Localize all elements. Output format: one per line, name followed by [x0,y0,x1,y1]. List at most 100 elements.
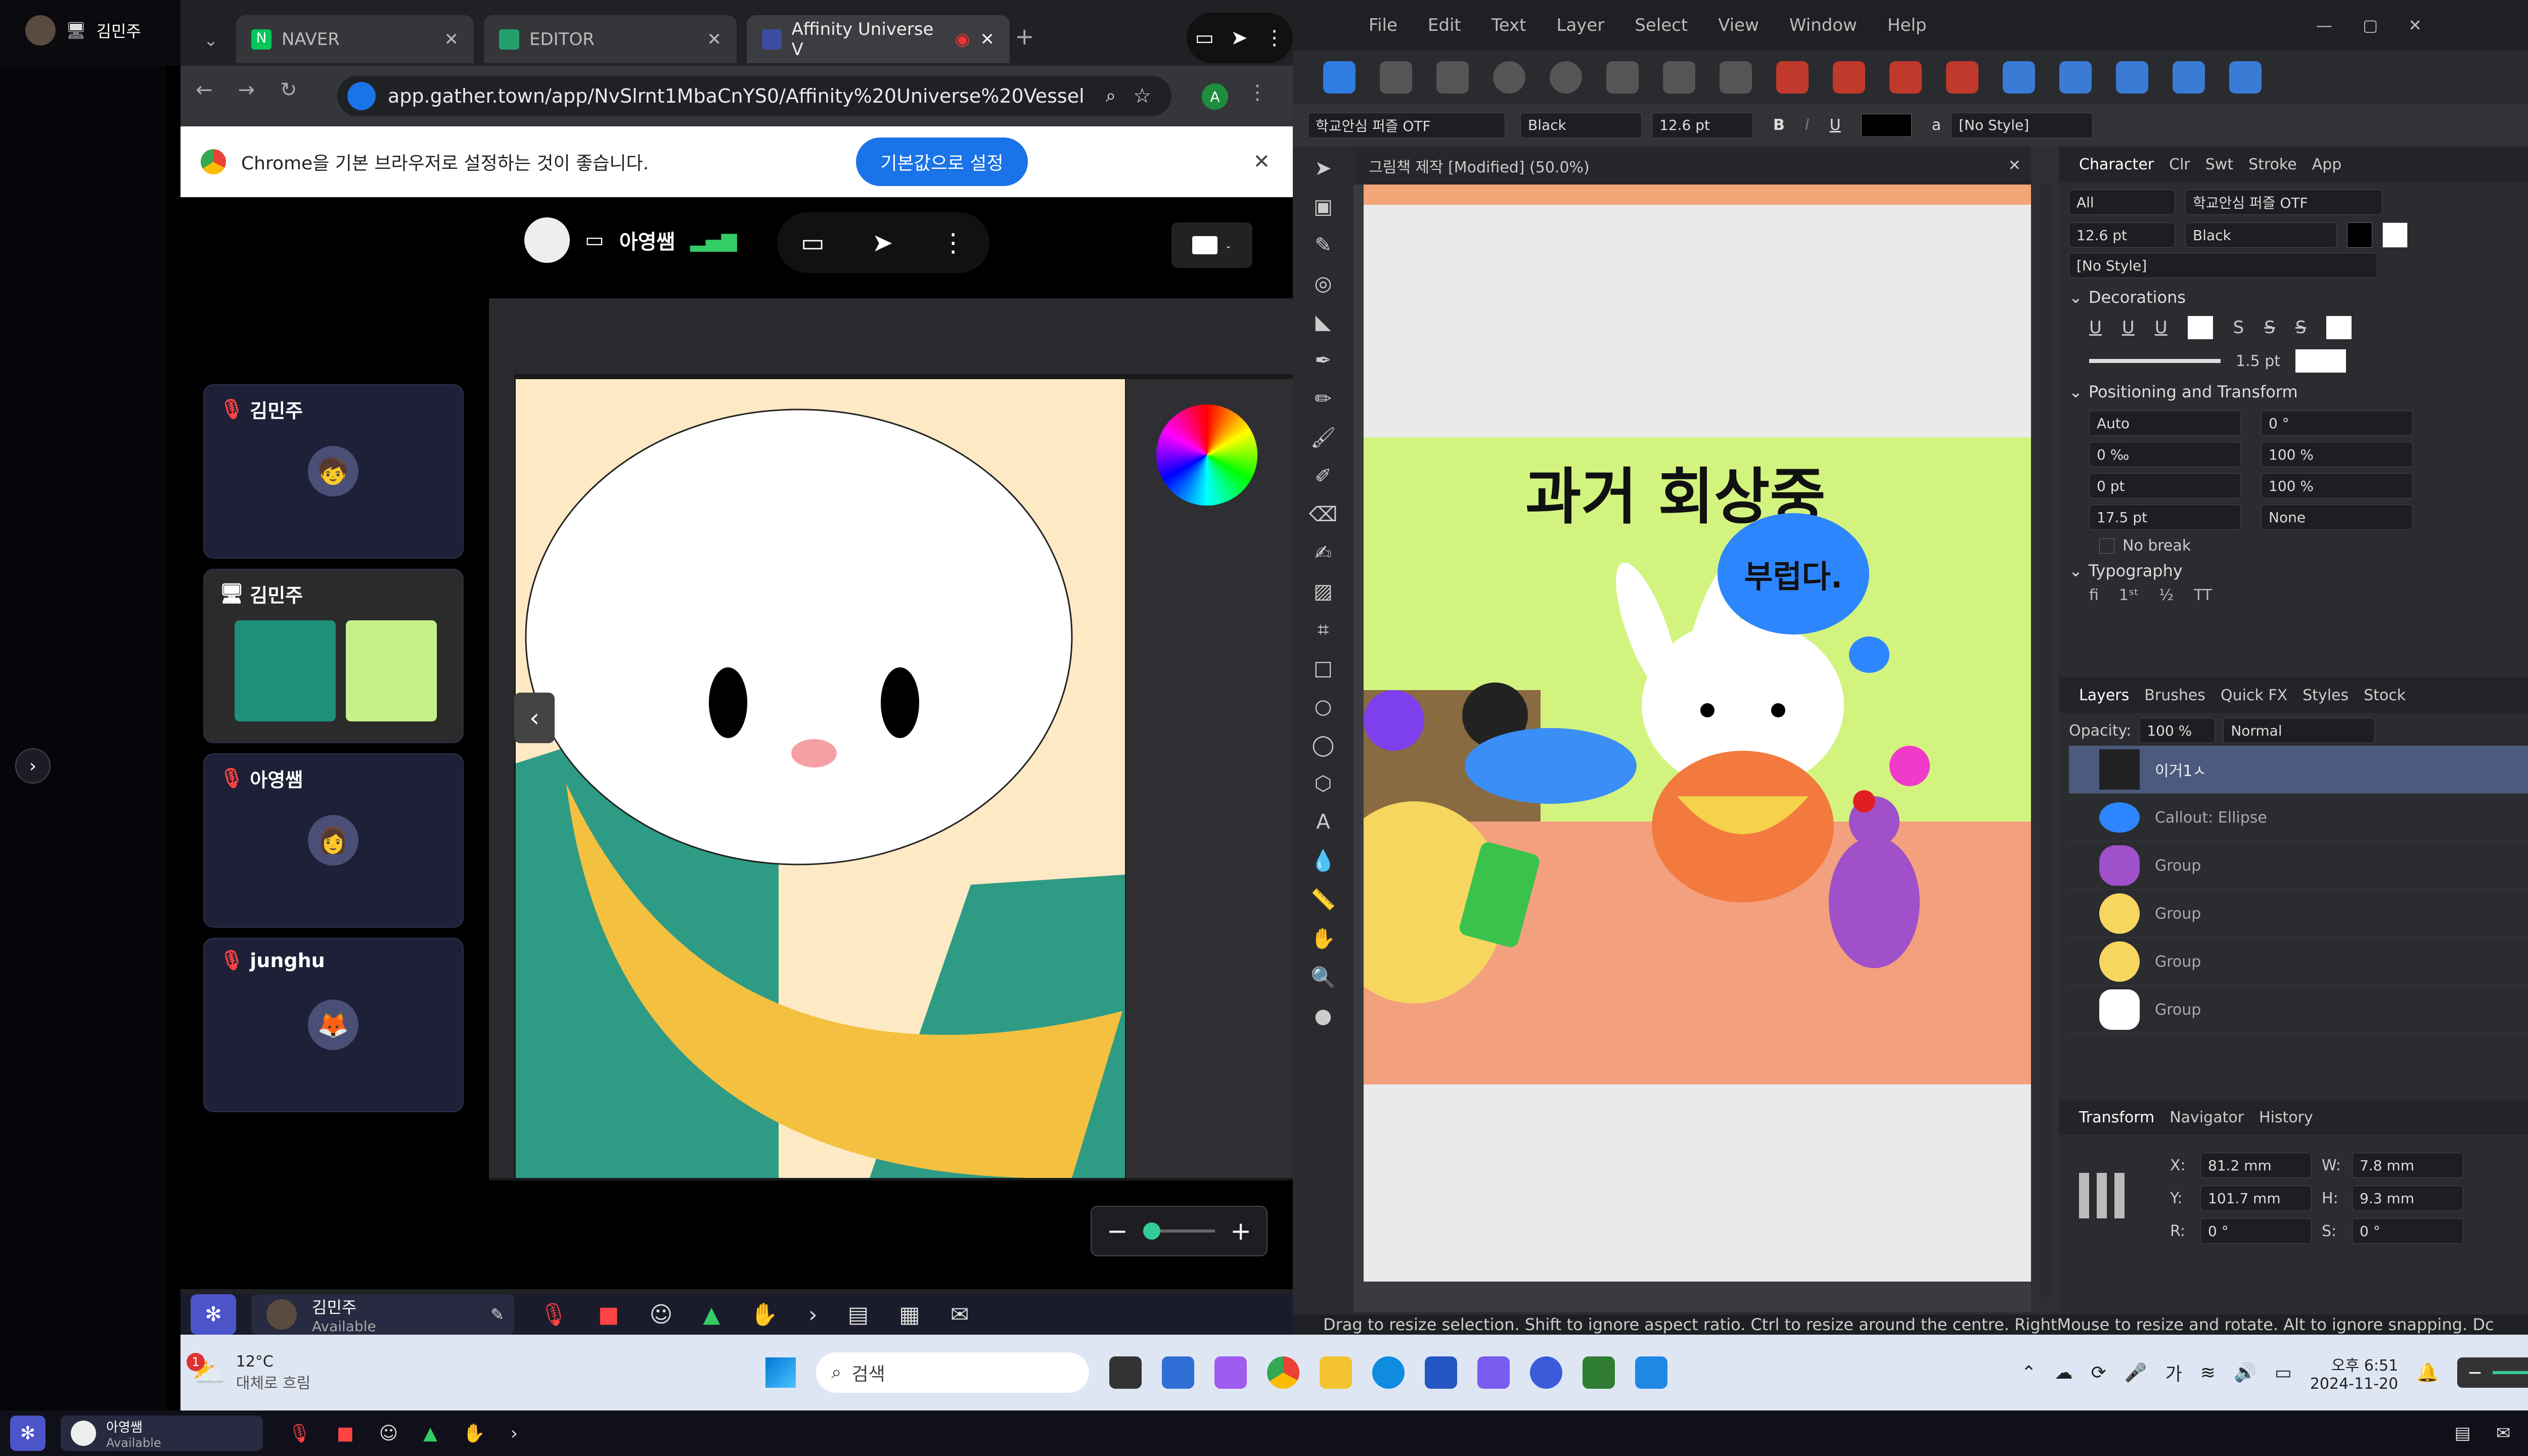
anchor-icon[interactable] [2079,1173,2125,1218]
superscript-icon[interactable]: 1ˢᵗ [2119,586,2139,604]
close-icon[interactable]: ✕ [707,29,722,50]
menu-layer[interactable]: Layer [1557,15,1605,35]
mic-icon[interactable]: 🎤 [2125,1362,2147,1383]
flip-icon[interactable] [2003,61,2035,94]
shear-field[interactable]: 0 ° [2261,411,2413,436]
snap-icon[interactable] [1606,61,1639,94]
wifi-icon[interactable]: ≋ [2200,1362,2216,1383]
w-field[interactable]: 7.8 mm [2352,1153,2463,1178]
tab-layers[interactable]: Layers [2079,687,2129,704]
underline-icon[interactable]: U [2089,317,2102,338]
tab-styles[interactable]: Styles [2303,687,2349,704]
chevron-right-icon[interactable]: › [15,748,51,784]
battery-icon[interactable]: ▭ [2275,1362,2292,1383]
settings-icon[interactable] [1493,61,1525,94]
text-tool-icon[interactable]: A [1316,810,1330,834]
arrange-icon[interactable] [2173,61,2205,94]
close-icon[interactable]: ✕ [2408,16,2422,35]
gather-logo-icon[interactable]: ✻ [10,1416,46,1451]
profile-avatar[interactable]: A [1202,83,1228,110]
font-family-select[interactable]: 학교안심 퍼즐 OTF [2185,190,2382,215]
color-swatch-icon[interactable]: ● [1315,1005,1332,1028]
affinity-icon[interactable] [1635,1356,1668,1389]
opacity-field[interactable]: 100 % [2139,718,2216,743]
tab-stock[interactable]: Stock [2364,687,2406,704]
move-tool-icon[interactable]: ➤ [1315,157,1332,180]
export-icon[interactable] [1436,61,1469,94]
ligature-icon[interactable]: fi [2089,586,2099,604]
deco-width-value[interactable]: 1.5 pt [2236,352,2280,370]
callout-tool-icon[interactable]: ◯ [1312,734,1335,757]
deco-swatch[interactable] [2187,316,2213,339]
chevron-right-icon[interactable]: › [808,1302,818,1328]
tab-appearance[interactable]: App [2312,156,2342,173]
emoji-icon[interactable]: ☺ [649,1302,672,1328]
tab-brushes[interactable]: Brushes [2144,687,2205,704]
view-tool-icon[interactable]: ✋ [1311,927,1336,950]
shear-field[interactable]: 0 ° [2352,1218,2463,1244]
start-icon[interactable] [765,1357,796,1388]
font-weight-select[interactable]: Black [2185,222,2337,248]
image-tool-icon[interactable]: ▨ [1314,580,1333,603]
search-box[interactable]: ⌕ 검색 [816,1352,1090,1393]
rotation-field[interactable]: 0 ° [2200,1218,2312,1244]
erase-tool-icon[interactable]: ⌫ [1309,503,1338,526]
url-field[interactable]: app.gather.town/app/NvSlrnt1MbaCnYS0/Aff… [337,76,1171,116]
zoom-in-icon[interactable]: + [1230,1216,1251,1246]
cursor-icon[interactable]: ➤ [872,228,893,257]
edge-icon[interactable] [1372,1356,1405,1389]
layer-row[interactable]: Group ● [2069,890,2528,938]
pixel-tool-icon[interactable]: ✐ [1315,465,1332,488]
text-style-icon[interactable]: a [1932,116,1941,134]
cloud-icon[interactable]: ☁ [2055,1362,2073,1383]
zoom-icon[interactable]: ⌕ [1106,85,1116,107]
chevron-right-icon[interactable]: › [511,1423,518,1444]
app-icon[interactable] [1477,1356,1510,1389]
deco-width-slider[interactable] [2089,359,2221,363]
chrome-icon[interactable] [1267,1356,1300,1389]
pencil-tool-icon[interactable]: ✏ [1315,387,1332,411]
mic-off-icon[interactable]: 🎙 [539,1301,568,1328]
layer-row[interactable]: Group ● [2069,842,2528,890]
menu-select[interactable]: Select [1635,15,1688,35]
kerning-field[interactable]: Auto [2089,411,2241,436]
volume-icon[interactable]: 🔊 [2234,1362,2256,1383]
share-screen-icon[interactable]: ▲ [423,1423,437,1444]
caps-icon[interactable]: TT [2194,586,2212,604]
clock[interactable]: 오후 6:51 2024-11-20 [2310,1353,2398,1393]
menu-text[interactable]: Text [1492,15,1526,35]
screen-select-button[interactable]: ⌄ [1171,222,1252,268]
star-icon[interactable]: ☆ [1133,84,1151,108]
chevron-left-icon[interactable]: ‹ [514,693,555,743]
menu-edit[interactable]: Edit [1428,15,1461,35]
tab-character[interactable]: Character [2079,156,2154,173]
strike-icon[interactable]: S [2295,317,2307,338]
menu-file[interactable]: File [1369,15,1397,35]
tab-editor[interactable]: EDITOR ✕ [484,15,737,63]
paint-tool-icon[interactable]: ✍ [1315,541,1332,565]
designer-persona-icon[interactable] [1323,61,1356,94]
close-icon[interactable]: ✕ [2008,157,2021,174]
camera-off-icon[interactable]: ■ [337,1423,354,1444]
participant-card[interactable]: 🎙 junghu 🦊 [203,938,464,1112]
chat-icon[interactable]: ✉ [2496,1423,2511,1443]
tab-transform[interactable]: Transform [2079,1109,2154,1126]
horizontal-scale-field[interactable]: 100 % [2261,473,2413,498]
layer-row[interactable]: Group ● [2069,938,2528,986]
rectangle-tool-icon[interactable]: □ [1314,657,1333,680]
copilot-icon[interactable] [1214,1356,1247,1389]
font-family-select[interactable]: 학교안심 퍼즐 OTF [1308,112,1505,138]
h-field[interactable]: 9.3 mm [2352,1186,2463,1211]
underline-icon[interactable]: U [2155,317,2168,338]
shape-tool-icon[interactable]: ⬡ [1315,772,1332,795]
gear-icon[interactable] [1550,61,1582,94]
close-icon[interactable]: ✕ [980,29,995,50]
crop-tool-icon[interactable]: ⌗ [1318,618,1329,642]
no-break-checkbox[interactable] [2099,538,2114,554]
char-scope-select[interactable]: All [2069,190,2175,215]
underline-icon[interactable]: U [2122,317,2135,338]
tab-stroke[interactable]: Stroke [2248,156,2297,173]
chrome-menu-icon[interactable]: ⋮ [1247,81,1268,104]
node-tool-icon[interactable]: ✎ [1315,234,1332,257]
layer-row[interactable]: Group ● [2069,986,2528,1034]
